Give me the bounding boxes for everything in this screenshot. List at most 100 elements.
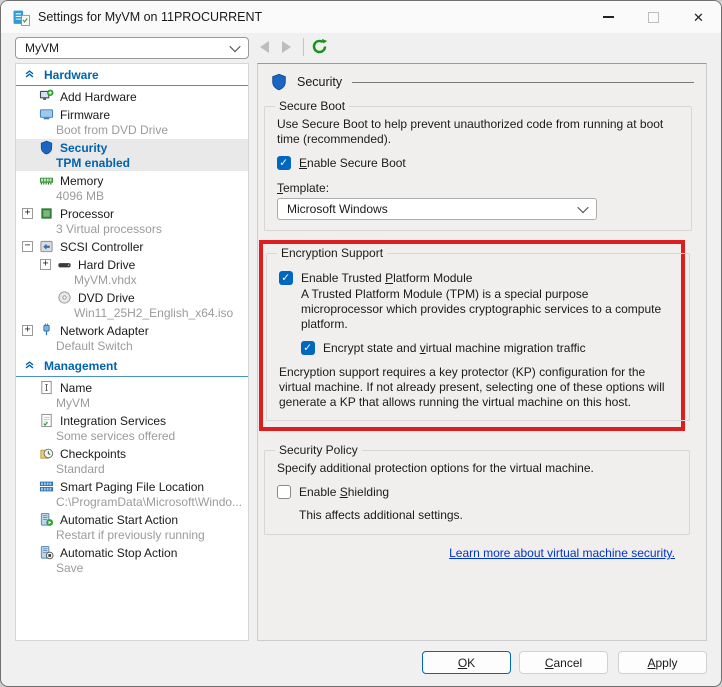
template-select-value: Microsoft Windows xyxy=(287,202,388,216)
titlebar: Settings for MyVM on 11PROCURRENT ✕ xyxy=(1,1,721,33)
add-hardware-icon xyxy=(39,89,54,104)
sidebar-item-label: Name xyxy=(60,380,93,395)
maximize-icon xyxy=(648,11,659,23)
sidebar-item-automatic-stop-action[interactable]: Automatic Stop Action Save xyxy=(16,544,248,576)
sidebar-item-label: Automatic Start Action xyxy=(60,512,179,527)
checkbox-unchecked-icon xyxy=(277,485,291,499)
enable-tpm-label: Enable Trusted Platform Module xyxy=(301,271,473,285)
sidebar-item-subtext: Boot from DVD Drive xyxy=(56,123,169,137)
sidebar-item-label: Memory xyxy=(60,173,104,188)
vm-selector[interactable]: MyVM xyxy=(15,37,249,59)
toolbar: MyVM xyxy=(1,33,721,63)
secure-boot-group: Secure Boot Use Secure Boot to help prev… xyxy=(264,99,692,231)
sidebar-item-label: Network Adapter xyxy=(60,323,149,338)
enable-secure-boot-checkbox[interactable]: Enable Secure Boot xyxy=(277,156,681,170)
enable-shielding-checkbox[interactable]: Enable Shielding xyxy=(277,485,679,499)
sidebar-item-label: Add Hardware xyxy=(60,89,137,104)
sidebar-item-hard-drive[interactable]: + Hard Drive MyVM.vhdx xyxy=(16,256,248,288)
sidebar-item-smart-paging-file-location[interactable]: Smart Paging File Location C:\ProgramData… xyxy=(16,478,248,510)
enable-shielding-label: Enable Shielding xyxy=(299,485,390,499)
encrypt-state-checkbox[interactable]: Encrypt state and virtual machine migrat… xyxy=(301,341,679,355)
window-title: Settings for MyVM on 11PROCURRENT xyxy=(38,10,263,24)
sidebar-item-label: Hard Drive xyxy=(78,257,136,272)
sidebar-item-label: Integration Services xyxy=(60,413,167,428)
ok-button[interactable]: OK xyxy=(422,651,511,674)
sidebar-item-processor[interactable]: + Processor 3 Virtual processors xyxy=(16,205,248,237)
learn-more-link[interactable]: Learn more about virtual machine securit… xyxy=(449,546,675,560)
scsi-controller-icon xyxy=(39,239,54,254)
collapse-icon[interactable]: − xyxy=(22,241,33,252)
cancel-button-label: Cancel xyxy=(544,655,583,670)
tpm-description: A Trusted Platform Module (TPM) is a spe… xyxy=(301,287,662,331)
checkbox-checked-icon xyxy=(277,156,291,170)
integration-services-icon xyxy=(39,413,54,428)
refresh-button[interactable] xyxy=(311,38,328,55)
encryption-support-group: Encryption Support Enable Trusted Platfo… xyxy=(266,246,690,421)
section-underline xyxy=(16,85,248,86)
shielding-note: This affects additional settings. xyxy=(299,508,463,522)
annotation-highlight-box: Encryption Support Enable Trusted Platfo… xyxy=(259,240,690,431)
ok-button-label: OK xyxy=(457,655,476,670)
network-adapter-icon xyxy=(39,323,54,338)
sidebar-item-label: SCSI Controller xyxy=(60,239,144,254)
sidebar-item-automatic-start-action[interactable]: Automatic Start Action Restart if previou… xyxy=(16,511,248,543)
secure-boot-description: Use Secure Boot to help prevent unauthor… xyxy=(277,117,664,146)
apply-button[interactable]: Apply xyxy=(618,651,707,674)
section-label: Management xyxy=(44,359,118,373)
checkbox-checked-icon xyxy=(301,341,315,355)
toolbar-separator xyxy=(303,38,304,56)
security-shield-icon xyxy=(39,140,54,155)
sidebar-item-label: DVD Drive xyxy=(78,290,135,305)
firmware-icon xyxy=(39,107,54,122)
sidebar-item-memory[interactable]: Memory 4096 MB xyxy=(16,172,248,204)
sidebar-item-firmware[interactable]: Firmware Boot from DVD Drive xyxy=(16,106,248,138)
sidebar-item-subtext: MyVM.vhdx xyxy=(74,273,137,287)
apply-button-label: Apply xyxy=(647,655,678,670)
expand-icon[interactable]: + xyxy=(22,208,33,219)
sidebar-item-subtext: 4096 MB xyxy=(56,189,105,203)
security-policy-description: Specify additional protection options fo… xyxy=(277,461,594,475)
close-button[interactable]: ✕ xyxy=(676,1,721,33)
encryption-support-legend: Encryption Support xyxy=(281,246,384,260)
sidebar-item-subtext: MyVM xyxy=(56,396,90,410)
sidebar-item-network-adapter[interactable]: + Network Adapter Default Switch xyxy=(16,322,248,354)
security-shield-icon xyxy=(270,73,288,91)
sidebar-item-scsi-controller[interactable]: − SCSI Controller xyxy=(16,238,248,255)
sidebar-item-name[interactable]: Name MyVM xyxy=(16,379,248,411)
sidebar-item-subtext: 3 Virtual processors xyxy=(56,222,162,236)
sidebar-item-security[interactable]: Security TPM enabled xyxy=(16,139,248,171)
smart-paging-icon xyxy=(39,479,54,494)
sidebar-item-label: Checkpoints xyxy=(60,446,127,461)
chevron-down-icon xyxy=(577,201,589,214)
section-label: Hardware xyxy=(44,68,99,82)
minimize-button[interactable] xyxy=(586,1,631,33)
checkpoints-icon xyxy=(39,446,54,461)
enable-tpm-checkbox[interactable]: Enable Trusted Platform Module xyxy=(279,271,679,285)
sidebar-item-dvd-drive[interactable]: DVD Drive Win11_25H2_English_x64.iso xyxy=(16,289,248,321)
expand-icon[interactable]: + xyxy=(40,259,51,270)
sidebar-section-header-management[interactable]: Management xyxy=(16,355,248,375)
sidebar-item-label: Security xyxy=(60,140,108,155)
template-select[interactable]: Microsoft Windows xyxy=(277,198,597,220)
chevron-double-up-icon xyxy=(24,359,35,373)
sidebar-item-subtext: Standard xyxy=(56,462,105,476)
auto-start-icon xyxy=(39,512,54,527)
checkbox-checked-icon xyxy=(279,271,293,285)
memory-icon xyxy=(39,173,54,188)
panel-header: Security xyxy=(270,73,694,91)
security-policy-group: Security Policy Specify additional prote… xyxy=(264,443,690,535)
cancel-button[interactable]: Cancel xyxy=(519,651,608,674)
section-underline xyxy=(16,376,248,377)
sidebar-item-subtext: Save xyxy=(56,561,84,575)
sidebar: Hardware Add Hardware Firmware Boot from DV… xyxy=(15,63,249,641)
sidebar-item-checkpoints[interactable]: Checkpoints Standard xyxy=(16,445,248,477)
sidebar-item-add-hardware[interactable]: Add Hardware xyxy=(16,88,248,105)
name-icon xyxy=(39,380,54,395)
sidebar-item-integration-services[interactable]: Integration Services Some services offere… xyxy=(16,412,248,444)
chevron-down-icon xyxy=(229,40,241,53)
sidebar-item-subtext: C:\ProgramData\Microsoft\Windo... xyxy=(56,495,243,509)
sidebar-item-label: Smart Paging File Location xyxy=(60,479,205,494)
secure-boot-legend: Secure Boot xyxy=(279,99,346,113)
expand-icon[interactable]: + xyxy=(22,325,33,336)
sidebar-section-header-hardware[interactable]: Hardware xyxy=(16,64,248,84)
